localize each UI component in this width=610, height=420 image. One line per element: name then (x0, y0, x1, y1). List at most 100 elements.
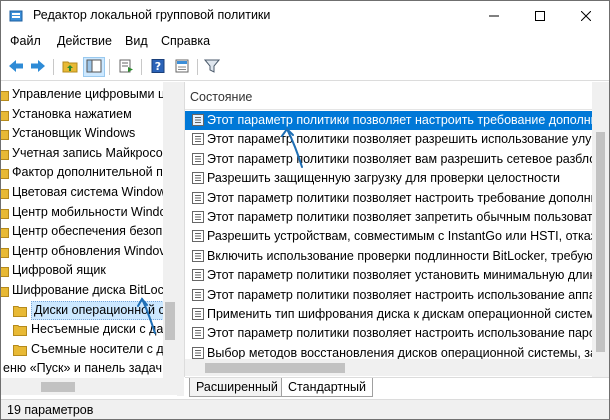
policy-row[interactable]: Этот параметр политики позволяет настрои… (185, 286, 595, 305)
folder-icon (1, 88, 9, 101)
policy-row[interactable]: Применить тип шифрования диска к дискам … (185, 305, 595, 324)
toolbar-separator (141, 59, 142, 75)
policy-row[interactable]: Этот параметр политики позволяет настрои… (185, 111, 595, 130)
back-button[interactable] (5, 57, 27, 77)
policy-label: Этот параметр политики позволяет настрои… (207, 287, 595, 302)
scrollbar-thumb[interactable] (596, 132, 605, 352)
policy-row[interactable]: Этот параметр политики позволяет разреши… (185, 130, 595, 149)
policy-setting-icon (191, 210, 205, 224)
menu-action[interactable]: Действие (57, 34, 112, 48)
minimize-button[interactable] (471, 1, 517, 31)
list-vertical-scrollbar[interactable] (592, 82, 609, 377)
list-horizontal-scrollbar[interactable] (185, 359, 609, 376)
tree-item[interactable]: Управление цифровыми ц (1, 85, 177, 104)
properties-button[interactable] (171, 57, 193, 77)
filter-icon (203, 59, 221, 76)
menu-view[interactable]: Вид (125, 34, 148, 48)
tree-item-label: Центр мобильности Windo (12, 204, 167, 219)
policy-setting-icon (191, 268, 205, 282)
policy-label: Этот параметр политики позволяет настрои… (207, 326, 595, 341)
tab-standard[interactable]: Стандартный (281, 378, 373, 397)
tree-item[interactable]: Центр обеспечения безоп (1, 222, 177, 241)
folder-icon (1, 127, 9, 141)
policy-row[interactable]: Этот параметр политики позволяет запрети… (185, 208, 595, 227)
export-list-icon (118, 59, 134, 76)
menu-bar: Файл Действие Вид Справка (1, 31, 609, 53)
view-tabs: Расширенный Стандартный (185, 377, 609, 397)
tree-horizontal-scrollbar[interactable] (1, 378, 177, 395)
close-button[interactable] (563, 1, 609, 31)
scrollbar-thumb[interactable] (205, 363, 345, 373)
forward-button[interactable] (27, 57, 49, 77)
policy-label: Этот параметр политики позволяет запрети… (207, 210, 595, 224)
tree-item-label: Съемные носители с д (31, 341, 164, 356)
up-level-button[interactable] (59, 57, 81, 77)
folder-icon (13, 304, 27, 317)
policy-label: Этот параметр политики позволяет вам раз… (207, 151, 595, 166)
tree-item[interactable]: Центр обновления Windov (1, 242, 177, 261)
folder-icon (13, 323, 27, 337)
policy-label: Разрешить устройствам, совместимым с Ins… (207, 229, 595, 244)
policy-setting-icon (191, 288, 205, 302)
forward-arrow-icon (30, 59, 46, 76)
pane-splitter[interactable] (177, 82, 184, 396)
policy-row[interactable]: Этот параметр политики позволяет установ… (185, 266, 595, 285)
tree-item[interactable]: еню «Пуск» и панель задач (1, 359, 177, 378)
menu-file[interactable]: Файл (10, 34, 41, 48)
tree-item-label: еню «Пуск» и панель задач (3, 361, 162, 376)
tree-item[interactable]: Съемные носители с д (1, 340, 177, 359)
policy-row[interactable]: Этот параметр политики позволяет настрои… (185, 189, 595, 208)
gpedit-app-icon (9, 9, 25, 23)
policy-row[interactable]: Этот параметр политики позволяет вам раз… (185, 150, 595, 169)
policy-setting-icon (191, 346, 205, 360)
tree-item-label: Управление цифровыми ц (12, 87, 166, 101)
folder-up-icon (62, 59, 78, 76)
policy-row[interactable]: Этот параметр политики позволяет настрои… (185, 324, 595, 343)
tree-vertical-scrollbar[interactable] (163, 82, 177, 378)
title-bar: Редактор локальной групповой политики (1, 1, 609, 31)
column-header-label: Состояние (190, 90, 253, 104)
policy-setting-icon (191, 229, 205, 243)
show-hide-tree-button[interactable] (83, 57, 105, 77)
tab-extended[interactable]: Расширенный (189, 378, 285, 397)
help-button[interactable]: ? (147, 57, 169, 77)
folder-icon (1, 166, 9, 180)
tree-item[interactable]: Центр мобильности Windo (1, 203, 177, 222)
scrollbar-thumb[interactable] (41, 382, 75, 392)
menu-help[interactable]: Справка (161, 34, 210, 48)
tree-item[interactable]: Несъемные диски с да (1, 320, 177, 339)
tree-item-label: Цветовая система Window (12, 185, 167, 199)
policy-list: Состояние Этот параметр политики позволя… (184, 82, 609, 377)
export-list-button[interactable] (115, 57, 137, 77)
toolbar-separator (109, 59, 110, 75)
tree-item[interactable]: Фактор дополнительной п (1, 163, 177, 182)
folder-icon (1, 264, 9, 278)
tree-item[interactable]: Шифрование диска BitLock (1, 281, 177, 300)
tree-item-label: Установка нажатием (12, 106, 132, 121)
toolbar: ? (1, 53, 609, 81)
status-bar: 19 параметров (1, 399, 609, 419)
tree-item[interactable]: Установщик Windows (1, 124, 177, 143)
filter-button[interactable] (201, 57, 223, 77)
scrollbar-thumb[interactable] (165, 302, 175, 340)
tree-item[interactable]: Установка нажатием (1, 105, 177, 124)
policy-setting-icon (191, 113, 205, 127)
console-tree-icon (86, 59, 102, 76)
column-header-state[interactable]: Состояние (185, 82, 595, 110)
properties-icon (174, 59, 190, 76)
tree-item-label: Установщик Windows (12, 126, 136, 141)
maximize-button[interactable] (517, 1, 563, 31)
policy-row[interactable]: Включить использование проверки подлинно… (185, 247, 595, 266)
policy-label: Разрешить защищенную загрузку для провер… (207, 171, 560, 186)
policy-row[interactable]: Разрешить устройствам, совместимым с Ins… (185, 227, 595, 246)
toolbar-separator (53, 59, 54, 75)
folder-icon (1, 284, 9, 297)
tree-item[interactable]: Учетная запись Майкросо (1, 144, 177, 163)
tree-item[interactable]: Цифровой ящик (1, 261, 177, 280)
policy-row[interactable]: Разрешить защищенную загрузку для провер… (185, 169, 595, 188)
policy-label: Включить использование проверки подлинно… (207, 248, 595, 263)
gpedit-window: Редактор локальной групповой политики Фа… (0, 0, 610, 420)
policy-label: Этот параметр политики позволяет настрои… (207, 113, 595, 127)
tree-item[interactable]: Цветовая система Window (1, 183, 177, 202)
tree-item[interactable]: Диски операционной с (1, 300, 177, 320)
